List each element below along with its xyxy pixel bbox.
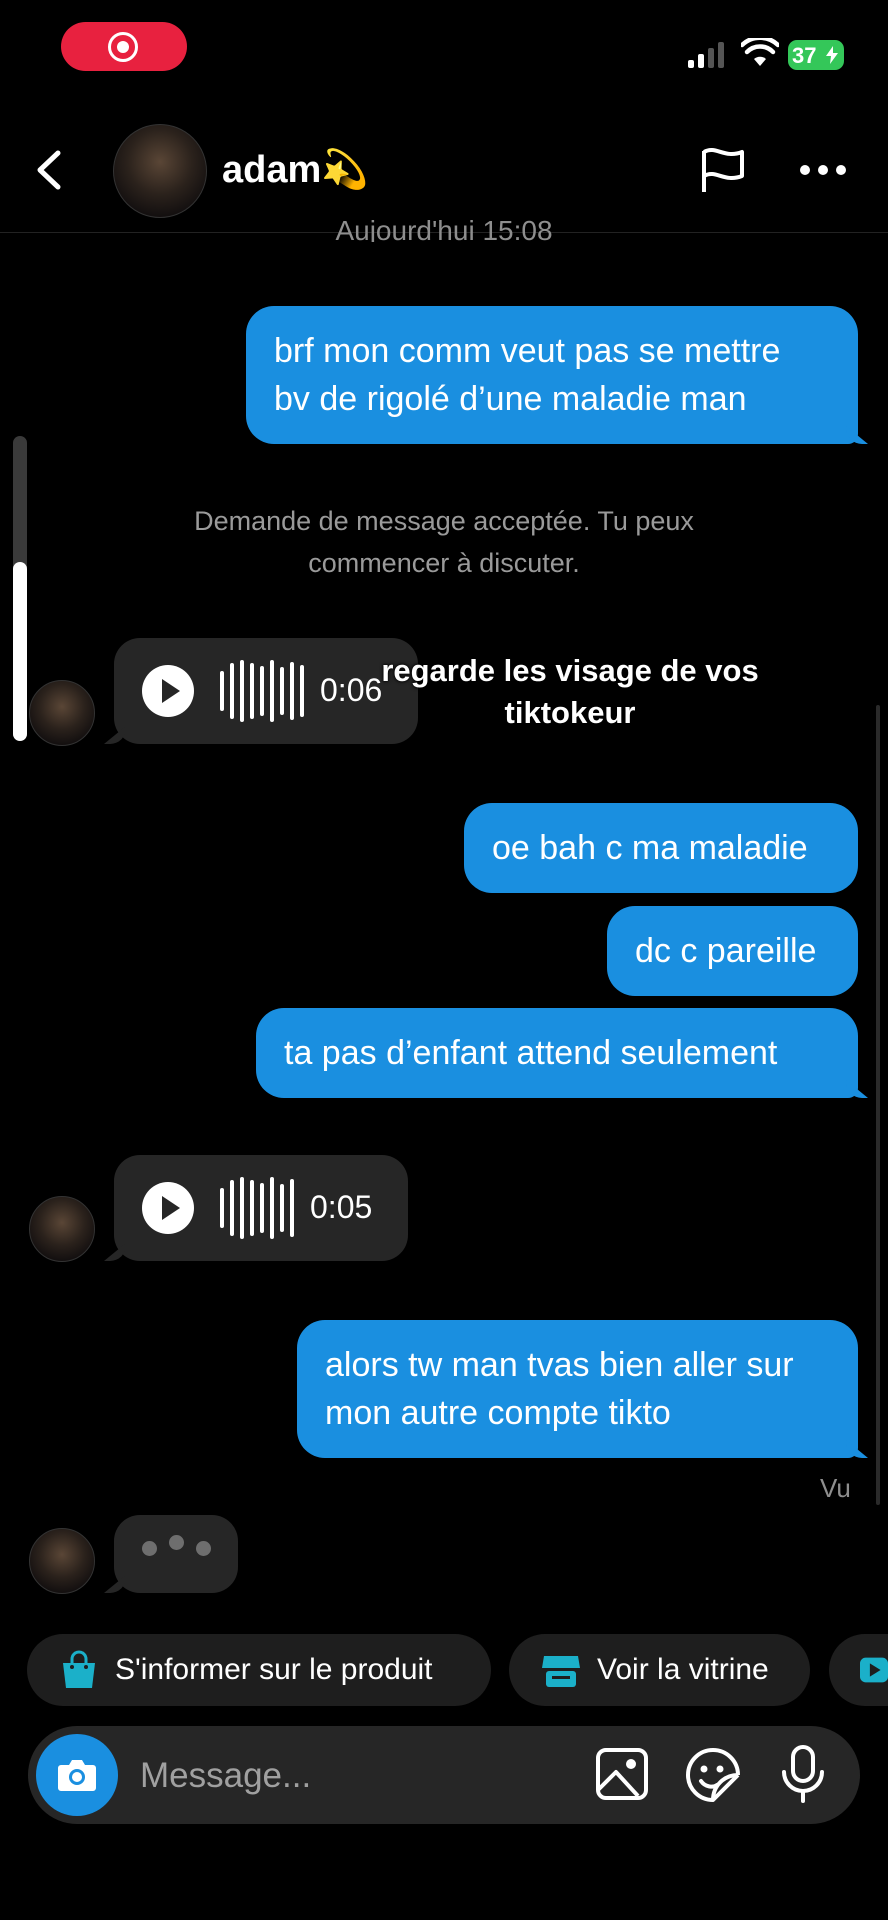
battery-level: 37 [792,43,817,68]
microphone-icon[interactable] [778,1744,828,1804]
cellular-signal-icon [688,42,724,68]
typing-dot [169,1535,184,1550]
voice-duration: 0:05 [310,1189,373,1225]
flag-icon[interactable] [698,146,748,196]
storefront-icon [542,1656,580,1687]
waveform-icon [220,658,304,724]
record-icon [108,32,138,62]
sender-avatar[interactable] [29,1196,95,1262]
message-line: bv de rigolé d’une maladie man [274,380,747,418]
typing-dot [142,1541,157,1556]
notice-line: Demande de message acceptée. Tu peux [194,506,694,536]
seen-receipt: Vu [820,1473,851,1503]
contact-avatar[interactable] [113,124,207,218]
typing-dot [196,1541,211,1556]
sender-avatar[interactable] [29,680,95,746]
waveform-icon [220,1175,294,1241]
caption-line: tiktokeur [504,695,636,730]
battery-indicator: 37 [788,40,844,70]
message-input[interactable] [138,1746,562,1806]
chip-storefront[interactable]: Voir la vitrine [509,1634,810,1706]
chip-label: S'informer sur le produit [115,1653,433,1686]
wifi-icon [741,38,779,66]
typing-indicator [114,1515,238,1593]
shopping-bag-icon [63,1650,95,1688]
gallery-icon[interactable] [594,1746,650,1802]
camera-button[interactable] [36,1734,118,1816]
message-request-notice: Demande de message acceptée. Tu peux com… [150,500,738,584]
scroll-indicator [876,705,880,1505]
video-caption-overlay: regarde les visage de vos tiktokeur [360,650,780,734]
caption-line: regarde les visage de vos [381,653,759,688]
outgoing-message[interactable]: alors tw man tvas bien aller sur mon aut… [297,1320,858,1458]
chip-product-info[interactable]: S'informer sur le produit [27,1634,491,1706]
back-arrow-icon[interactable] [30,145,70,195]
contact-name[interactable]: adam💫 [222,148,369,192]
message-line: brf mon comm veut pas se mettre [274,332,781,370]
message-line: alors tw man tvas bien aller sur [325,1346,794,1384]
notice-line: commencer à discuter. [308,548,580,578]
chip-more[interactable] [829,1634,888,1706]
sender-avatar[interactable] [29,1528,95,1594]
outgoing-message[interactable]: oe bah c ma maladie [464,803,858,893]
sticker-icon[interactable] [684,1746,742,1804]
video-play-icon [860,1657,888,1683]
date-separator: Aujourd'hui 15:08 [335,216,553,242]
play-icon[interactable] [142,665,194,717]
scrollbar-thumb[interactable] [13,562,27,741]
outgoing-message[interactable]: brf mon comm veut pas se mettre bv de ri… [246,306,858,444]
chip-label: Voir la vitrine [597,1653,769,1686]
camera-icon [58,1760,96,1791]
play-icon[interactable] [142,1182,194,1234]
message-line: mon autre compte tikto [325,1394,671,1432]
voice-message[interactable]: 0:05 [114,1155,408,1261]
outgoing-message[interactable]: dc c pareille [607,906,858,996]
outgoing-message[interactable]: ta pas d’enfant attend seulement [256,1008,858,1098]
charging-bolt-icon [826,46,838,64]
more-options-icon[interactable] [798,158,848,182]
